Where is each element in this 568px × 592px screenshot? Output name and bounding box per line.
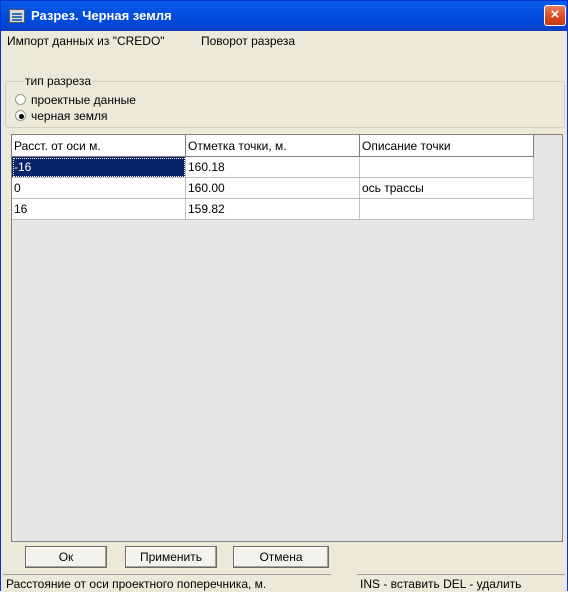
table-cell[interactable]: 159.82 [186, 199, 360, 220]
window-title: Разрез. Черная земля [31, 8, 172, 23]
column-header-distance[interactable]: Расст. от оси м. [12, 135, 186, 157]
radio-label: проектные данные [31, 93, 136, 107]
group-legend: тип разреза [23, 74, 94, 88]
radio-checked-icon [15, 110, 26, 121]
close-icon: × [550, 6, 560, 23]
points-grid[interactable]: Расст. от оси м. Отметка точки, м. Описа… [11, 134, 563, 542]
status-bar: Расстояние от оси проектного поперечника… [1, 572, 567, 592]
apply-button[interactable]: Применить [125, 546, 217, 568]
title-bar[interactable]: Разрез. Черная земля × [1, 1, 567, 31]
table-cell[interactable]: 160.18 [186, 157, 360, 178]
menu-item-rotate-cut[interactable]: Поворот разреза [201, 34, 295, 48]
table-cell[interactable]: 0 [12, 178, 186, 199]
menu-item-import-credo[interactable]: Импорт данных из "CREDO" [7, 34, 165, 48]
table-cell[interactable]: ось трассы [360, 178, 534, 199]
table-cell[interactable]: 160.00 [186, 178, 360, 199]
table-cell[interactable]: -16 [12, 157, 186, 178]
table-cell[interactable] [360, 199, 534, 220]
table-cell[interactable] [360, 157, 534, 178]
cancel-button[interactable]: Отмена [233, 546, 329, 568]
radio-label: черная земля [31, 109, 108, 123]
cut-type-group: тип разреза проектные данные черная земл… [5, 74, 565, 131]
ok-button[interactable]: Ок [25, 546, 107, 568]
table-cell[interactable]: 16 [12, 199, 186, 220]
menu-bar: Импорт данных из "CREDO" Поворот разреза [1, 31, 567, 51]
close-button[interactable]: × [544, 5, 566, 26]
status-keys: INS - вставить DEL - удалить [357, 574, 565, 592]
column-header-description[interactable]: Описание точки [360, 135, 534, 157]
dialog-window: Разрез. Черная земля × Импорт данных из … [0, 0, 568, 592]
app-icon [9, 9, 25, 23]
radio-circle-icon [15, 94, 26, 105]
status-hint: Расстояние от оси проектного поперечника… [3, 574, 331, 592]
column-header-elevation[interactable]: Отметка точки, м. [186, 135, 360, 157]
